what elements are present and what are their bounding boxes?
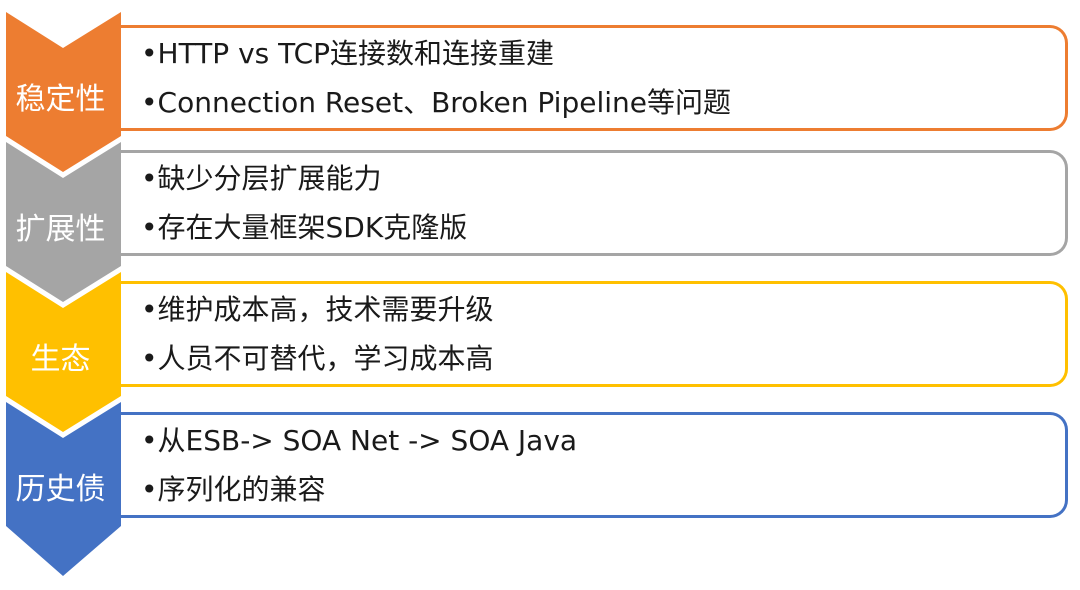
stability-bullet-1: •HTTP vs TCP连接数和连接重建 — [141, 37, 555, 70]
stability-box: •HTTP vs TCP连接数和连接重建 •Connection Reset、B… — [121, 25, 1068, 131]
extensibility-bullet-2: •存在大量框架SDK克隆版 — [141, 211, 468, 244]
extensibility-box: •缺少分层扩展能力 •存在大量框架SDK克隆版 — [121, 150, 1068, 256]
ecosystem-box: •维护成本高，技术需要升级 •人员不可替代，学习成本高 — [121, 281, 1068, 387]
extensibility-label: 扩展性 — [15, 212, 106, 247]
extensibility-bullet-1: •缺少分层扩展能力 — [141, 162, 382, 195]
legacy-box: •从ESB-> SOA Net -> SOA Java •序列化的兼容 — [121, 412, 1068, 518]
ecosystem-bullet-2: •人员不可替代，学习成本高 — [141, 342, 494, 375]
stability-bullet-2: •Connection Reset、Broken Pipeline等问题 — [141, 86, 731, 119]
legacy-bullet-2: •序列化的兼容 — [141, 473, 326, 506]
legacy-bullet-1: •从ESB-> SOA Net -> SOA Java — [141, 424, 578, 457]
legacy-label: 历史债 — [15, 472, 106, 507]
stability-label: 稳定性 — [15, 82, 106, 117]
ecosystem-bullet-1: •维护成本高，技术需要升级 — [141, 293, 494, 326]
ecosystem-label: 生态 — [30, 342, 91, 377]
